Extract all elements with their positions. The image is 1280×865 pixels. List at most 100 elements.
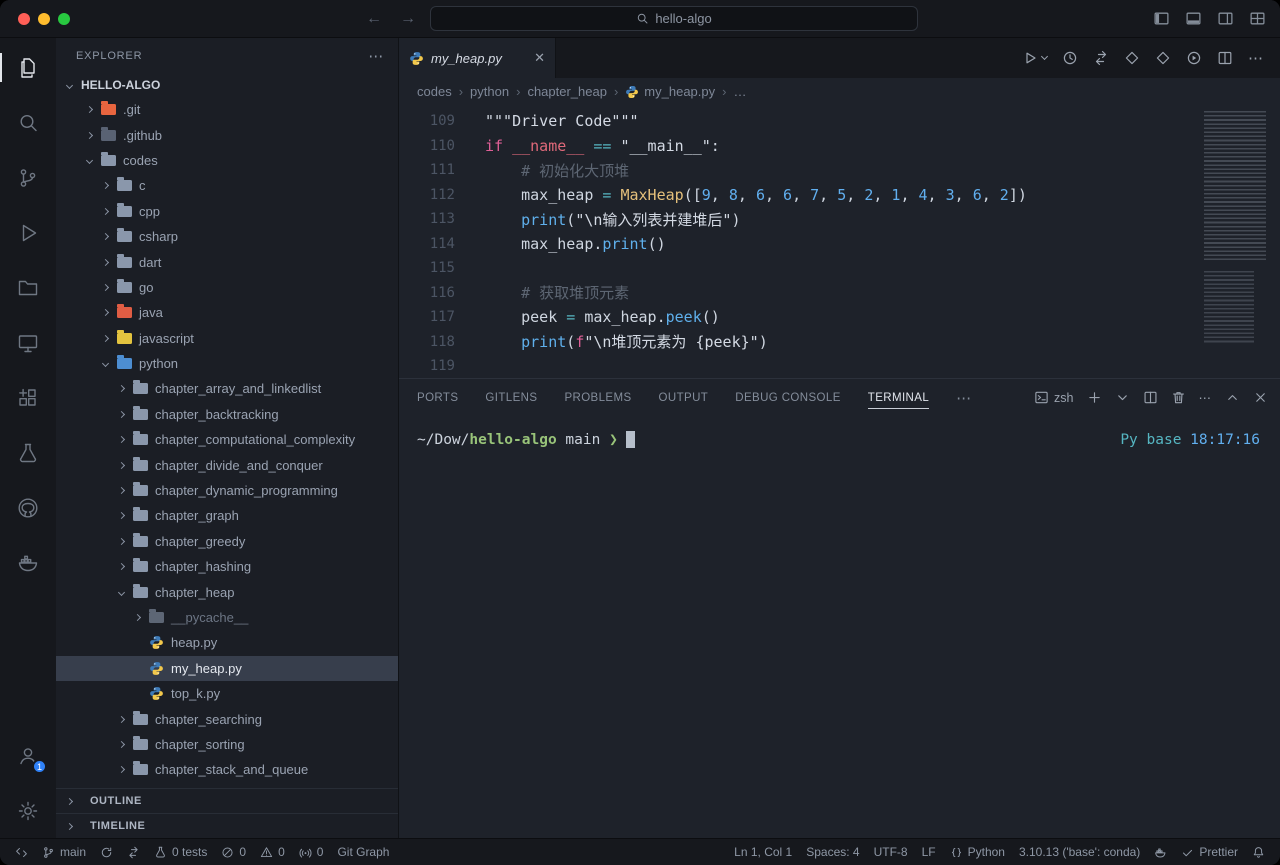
tree-item-chapter_searching[interactable]: chapter_searching (56, 706, 398, 731)
file-history-icon[interactable] (1062, 50, 1078, 66)
tree-item-c[interactable]: c (56, 173, 398, 198)
status-sync-changes[interactable] (93, 839, 120, 865)
activity-github-button[interactable] (0, 480, 56, 535)
status-tests[interactable]: 0 tests (147, 839, 214, 865)
tree-item-chapter_array_and_linkedlist[interactable]: chapter_array_and_linkedlist (56, 376, 398, 401)
forward-icon[interactable]: → (400, 10, 416, 28)
terminal-profile-dropdown-icon[interactable] (1115, 390, 1130, 405)
more-actions-icon[interactable]: ⋯ (1248, 49, 1264, 67)
toggle-primary-sidebar-icon[interactable] (1153, 10, 1170, 27)
tab-my_heap.py[interactable]: my_heap.py ✕ (399, 38, 556, 78)
activity-remote-explorer-button[interactable] (0, 315, 56, 370)
activity-docker-button[interactable] (0, 535, 56, 590)
tree-item-chapter_hashing[interactable]: chapter_hashing (56, 554, 398, 579)
toggle-secondary-sidebar-icon[interactable] (1217, 10, 1234, 27)
tree-item-chapter_graph[interactable]: chapter_graph (56, 503, 398, 528)
tree-item-javascript[interactable]: javascript (56, 326, 398, 351)
new-terminal-icon[interactable] (1087, 390, 1102, 405)
split-editor-icon[interactable] (1217, 50, 1233, 66)
breadcrumb-item-my_heap.py[interactable]: my_heap.py (625, 84, 715, 99)
status-git-branch[interactable]: main (35, 839, 93, 865)
breadcrumb-item-…[interactable]: … (733, 84, 746, 99)
tree-item-codes[interactable]: codes (56, 148, 398, 173)
code-editor[interactable]: 109"""Driver Code"""110if __name__ == "_… (399, 105, 1280, 378)
toggle-panel-icon[interactable] (1185, 10, 1202, 27)
tree-item-heap.py[interactable]: heap.py (56, 630, 398, 655)
tree-item-go[interactable]: go (56, 275, 398, 300)
maximize-panel-icon[interactable] (1225, 390, 1240, 405)
status-docker-status[interactable] (1147, 839, 1174, 865)
tree-item-cpp[interactable]: cpp (56, 199, 398, 224)
tree-item-top_k.py[interactable]: top_k.py (56, 681, 398, 706)
panel-tab-debug-console[interactable]: DEBUG CONSOLE (735, 379, 841, 416)
terminal[interactable]: ~/Dow/hello-algo main ❯ Py base 18:17:16 (399, 416, 1280, 838)
activity-testing-button[interactable] (0, 425, 56, 480)
more-panel-actions-icon[interactable]: ⋯ (1199, 390, 1213, 405)
gitlens-compare-previous-icon[interactable] (1155, 50, 1171, 66)
panel-tab-output[interactable]: OUTPUT (659, 379, 709, 416)
tree-item-csharp[interactable]: csharp (56, 224, 398, 249)
status-notifications[interactable] (1245, 839, 1272, 865)
tree-item-chapter_sorting[interactable]: chapter_sorting (56, 732, 398, 757)
run-python-file-icon[interactable] (1022, 50, 1047, 66)
open-changes-icon[interactable] (1093, 50, 1109, 66)
breadcrumb-item-chapter_heap[interactable]: chapter_heap (527, 84, 607, 99)
tree-item-__pycache__[interactable]: __pycache__ (56, 605, 398, 630)
status-language-mode[interactable]: Python (943, 839, 1012, 865)
status-git-graph[interactable]: Git Graph (330, 839, 396, 865)
section-timeline[interactable]: TIMELINE (56, 813, 398, 838)
tree-item-python[interactable]: python (56, 351, 398, 376)
status-warnings[interactable]: 0 (253, 839, 292, 865)
tree-item-chapter_greedy[interactable]: chapter_greedy (56, 529, 398, 554)
tree-item-.git[interactable]: .git (56, 97, 398, 122)
activity-extensions-button[interactable] (0, 370, 56, 425)
zoom-window-button[interactable] (58, 13, 70, 25)
minimize-window-button[interactable] (38, 13, 50, 25)
kill-terminal-icon[interactable] (1171, 390, 1186, 405)
tree-root-hello-algo[interactable]: HELLO-ALGO (56, 73, 398, 97)
status-eol[interactable]: LF (915, 839, 943, 865)
close-panel-icon[interactable] (1253, 390, 1268, 405)
panel-more-tabs-icon[interactable]: ⋯ (956, 389, 972, 407)
status-indentation[interactable]: Spaces: 4 (799, 839, 866, 865)
breadcrumb-item-codes[interactable]: codes (417, 84, 452, 99)
status-gitlens-compare[interactable] (120, 839, 147, 865)
close-tab-icon[interactable]: ✕ (534, 50, 545, 66)
run-or-debug-icon[interactable] (1186, 50, 1202, 66)
tree-item-java[interactable]: java (56, 300, 398, 325)
tree-item-dart[interactable]: dart (56, 249, 398, 274)
tree-item-chapter_heap[interactable]: chapter_heap (56, 579, 398, 604)
explorer-more-actions-icon[interactable]: ⋯ (368, 47, 384, 65)
status-cursor-position[interactable]: Ln 1, Col 1 (727, 839, 799, 865)
close-window-button[interactable] (18, 13, 30, 25)
tree-item-chapter_divide_and_conquer[interactable]: chapter_divide_and_conquer (56, 452, 398, 477)
activity-source-control-button[interactable] (0, 150, 56, 205)
tree-item-chapter_computational_complexity[interactable]: chapter_computational_complexity (56, 427, 398, 452)
activity-search-button[interactable] (0, 95, 56, 150)
command-center-search[interactable]: hello-algo (430, 6, 918, 31)
back-icon[interactable]: ← (366, 10, 382, 28)
status-python-interpreter[interactable]: 3.10.13 ('base': conda) (1012, 839, 1147, 865)
activity-run-and-debug-button[interactable] (0, 205, 56, 260)
status-encoding[interactable]: UTF-8 (867, 839, 915, 865)
gitlens-compare-working-icon[interactable] (1124, 50, 1140, 66)
activity-settings-button[interactable] (0, 783, 56, 838)
breadcrumb-item-python[interactable]: python (470, 84, 509, 99)
activity-accounts-button[interactable]: 1 (0, 728, 56, 783)
panel-tab-terminal[interactable]: TERMINAL (868, 379, 929, 416)
activity-explorer-button[interactable] (0, 40, 56, 95)
status-remote-indicator[interactable] (8, 839, 35, 865)
tree-item-my_heap.py[interactable]: my_heap.py (56, 656, 398, 681)
panel-tab-problems[interactable]: PROBLEMS (564, 379, 631, 416)
status-forwarded-ports[interactable]: 0 (292, 839, 331, 865)
customize-layout-icon[interactable] (1249, 10, 1266, 27)
tree-item-chapter_stack_and_queue[interactable]: chapter_stack_and_queue (56, 757, 398, 782)
tree-item-.github[interactable]: .github (56, 122, 398, 147)
terminal-shell[interactable]: zsh (1034, 390, 1073, 405)
minimap[interactable] (1204, 111, 1270, 345)
activity-file-manager-button[interactable] (0, 260, 56, 315)
status-errors[interactable]: 0 (214, 839, 253, 865)
panel-tab-gitlens[interactable]: GITLENS (485, 379, 537, 416)
tree-item-chapter_backtracking[interactable]: chapter_backtracking (56, 402, 398, 427)
section-outline[interactable]: OUTLINE (56, 788, 398, 813)
